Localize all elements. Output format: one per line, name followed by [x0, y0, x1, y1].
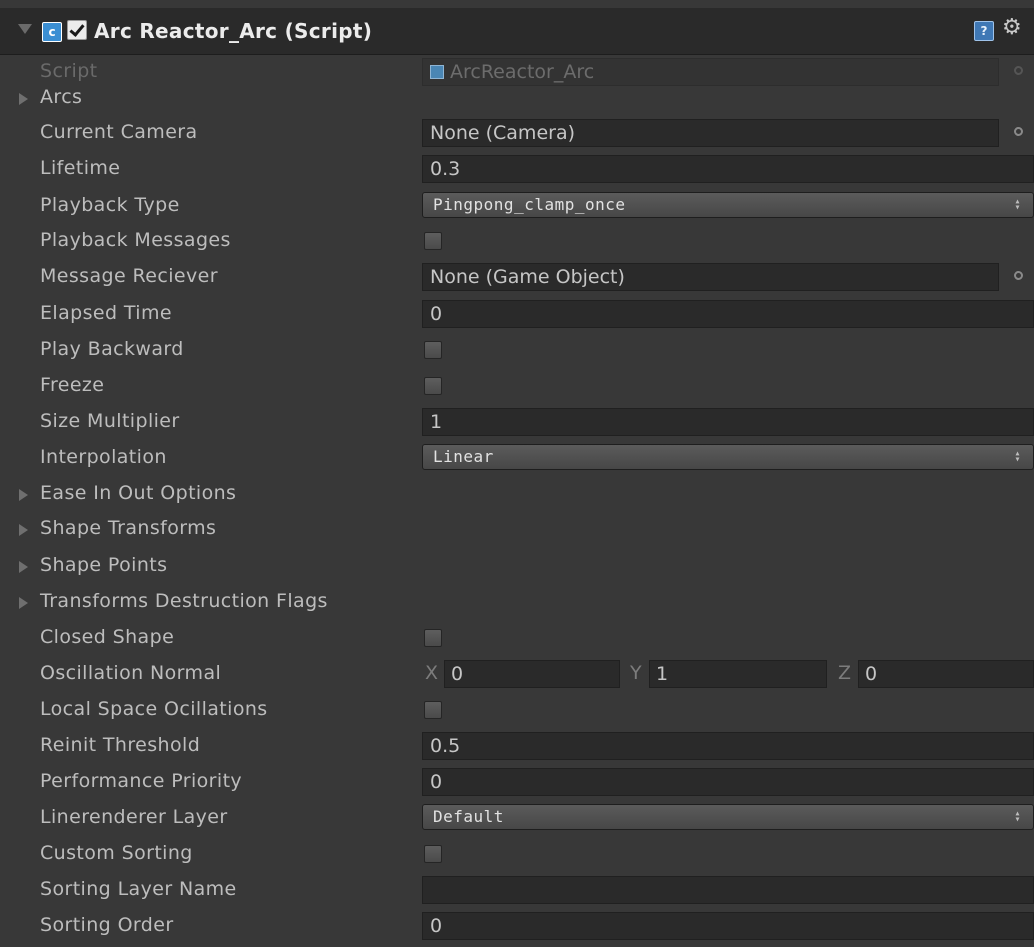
row-elapsed-time: Elapsed Time 0: [0, 297, 1034, 333]
row-interpolation: Interpolation Linear ▴ ▾: [0, 441, 1034, 477]
current-camera-label: Current Camera: [40, 121, 198, 143]
play-backward-label: Play Backward: [40, 338, 184, 360]
dropdown-arrow-icon: ▴ ▾: [1014, 808, 1021, 825]
dropdown-arrow-icon: ▴ ▾: [1014, 196, 1021, 213]
foldout-label[interactable]: Transforms Destruction Flags: [40, 590, 328, 612]
row-size-multiplier: Size Multiplier 1: [0, 405, 1034, 441]
performance-priority-label: Performance Priority: [40, 770, 243, 792]
row-sorting-layer-name: Sorting Layer Name: [0, 873, 1034, 909]
sorting-order-label: Sorting Order: [40, 914, 174, 936]
script-asset-icon: [430, 65, 444, 79]
current-camera-field[interactable]: None (Camera): [422, 119, 999, 147]
elapsed-time-input[interactable]: 0: [422, 300, 1034, 328]
foldout-label[interactable]: Ease In Out Options: [40, 482, 236, 504]
row-lifetime: Lifetime 0.3: [0, 152, 1034, 188]
foldout-transforms-destruction-flags[interactable]: Transforms Destruction Flags: [0, 585, 1034, 621]
custom-sorting-checkbox[interactable]: [424, 845, 442, 863]
inspector-panel: c Arc Reactor_Arc (Script) ? ⚙ Script Ar…: [0, 0, 1034, 947]
playback-messages-checkbox[interactable]: [424, 232, 442, 250]
row-message-reciever: Message Reciever None (Game Object): [0, 260, 1034, 296]
foldout-arrow-icon[interactable]: [19, 597, 28, 609]
message-reciever-field[interactable]: None (Game Object): [422, 263, 999, 291]
sorting-order-input[interactable]: 0: [422, 912, 1034, 940]
row-sorting-order: Sorting Order 0: [0, 909, 1034, 945]
foldout-arrow-icon[interactable]: [19, 93, 28, 105]
script-value: ArcReactor_Arc: [450, 61, 595, 83]
sorting-layer-name-label: Sorting Layer Name: [40, 878, 237, 900]
reinit-threshold-input[interactable]: 0.5: [422, 732, 1034, 760]
custom-sorting-label: Custom Sorting: [40, 842, 193, 864]
foldout-label[interactable]: Arcs: [40, 86, 82, 108]
foldout-arrow-icon[interactable]: [19, 489, 28, 501]
closed-shape-checkbox[interactable]: [424, 629, 442, 647]
freeze-label: Freeze: [40, 374, 105, 396]
component-title: Arc Reactor_Arc (Script): [94, 19, 373, 43]
script-label: Script: [40, 60, 98, 82]
row-play-backward: Play Backward: [0, 333, 1034, 369]
foldout-arrow-icon[interactable]: [19, 524, 28, 536]
row-playback-messages: Playback Messages: [0, 224, 1034, 260]
row-closed-shape: Closed Shape: [0, 621, 1034, 657]
performance-priority-input[interactable]: 0: [422, 768, 1034, 796]
row-performance-priority: Performance Priority 0: [0, 765, 1034, 801]
row-current-camera: Current Camera None (Camera): [0, 116, 1034, 152]
sorting-layer-name-input[interactable]: [422, 876, 1034, 904]
dropdown-value: Pingpong_clamp_once: [433, 195, 626, 214]
dropdown-value: Linear: [433, 447, 494, 466]
message-reciever-label: Message Reciever: [40, 265, 218, 287]
local-space-checkbox[interactable]: [424, 701, 442, 719]
playback-type-dropdown[interactable]: Pingpong_clamp_once ▴ ▾: [422, 192, 1034, 218]
playback-type-label: Playback Type: [40, 194, 180, 216]
lifetime-input[interactable]: 0.3: [422, 155, 1034, 183]
foldout-arrow-icon[interactable]: [19, 561, 28, 573]
z-axis-label: Z: [838, 662, 852, 684]
reinit-threshold-label: Reinit Threshold: [40, 734, 201, 756]
linerenderer-layer-dropdown[interactable]: Default ▴ ▾: [422, 804, 1034, 830]
oscillation-x-input[interactable]: 0: [444, 660, 620, 688]
interpolation-label: Interpolation: [40, 446, 167, 468]
object-picker-icon[interactable]: [1014, 271, 1023, 280]
foldout-label[interactable]: Shape Transforms: [40, 517, 216, 539]
local-space-label: Local Space Ocillations: [40, 698, 268, 720]
script-file-icon: c: [42, 22, 62, 42]
component-enabled-checkbox[interactable]: [67, 20, 87, 40]
gear-icon[interactable]: ⚙: [1002, 17, 1022, 39]
oscillation-z-input[interactable]: 0: [858, 660, 1034, 688]
foldout-ease-in-out-options[interactable]: Ease In Out Options: [0, 477, 1034, 513]
help-book-icon[interactable]: ?: [974, 21, 994, 41]
oscillation-y-input[interactable]: 1: [649, 660, 827, 688]
playback-messages-label: Playback Messages: [40, 229, 231, 251]
interpolation-dropdown[interactable]: Linear ▴ ▾: [422, 444, 1034, 470]
y-axis-label: Y: [630, 662, 642, 684]
oscillation-normal-label: Oscillation Normal: [40, 662, 222, 684]
size-multiplier-label: Size Multiplier: [40, 410, 180, 432]
freeze-checkbox[interactable]: [424, 377, 442, 395]
foldout-shape-transforms[interactable]: Shape Transforms: [0, 512, 1034, 548]
foldout-arcs[interactable]: Arcs: [0, 81, 1034, 117]
row-oscillation-normal: Oscillation Normal X 0 Y 1 Z 0: [0, 657, 1034, 693]
play-backward-checkbox[interactable]: [424, 341, 442, 359]
dropdown-arrow-icon: ▴ ▾: [1014, 448, 1021, 465]
linerenderer-layer-label: Linerenderer Layer: [40, 806, 228, 828]
lifetime-label: Lifetime: [40, 157, 121, 179]
object-picker-icon[interactable]: [1014, 127, 1023, 136]
x-axis-label: X: [425, 662, 439, 684]
dropdown-value: Default: [433, 807, 504, 826]
row-local-space-ocillations: Local Space Ocillations: [0, 693, 1034, 729]
row-linerenderer-layer: Linerenderer Layer Default ▴ ▾: [0, 801, 1034, 837]
row-freeze: Freeze: [0, 369, 1034, 405]
row-custom-sorting: Custom Sorting: [0, 837, 1034, 873]
size-multiplier-input[interactable]: 1: [422, 408, 1034, 436]
row-playback-type: Playback Type Pingpong_clamp_once ▴ ▾: [0, 189, 1034, 225]
closed-shape-label: Closed Shape: [40, 626, 175, 648]
collapse-arrow-icon[interactable]: [18, 24, 32, 34]
foldout-label[interactable]: Shape Points: [40, 554, 167, 576]
elapsed-time-label: Elapsed Time: [40, 302, 172, 324]
foldout-shape-points[interactable]: Shape Points: [0, 549, 1034, 585]
row-reinit-threshold: Reinit Threshold 0.5: [0, 729, 1034, 765]
object-picker-icon: [1014, 66, 1023, 75]
component-header[interactable]: c Arc Reactor_Arc (Script) ? ⚙: [0, 8, 1034, 55]
